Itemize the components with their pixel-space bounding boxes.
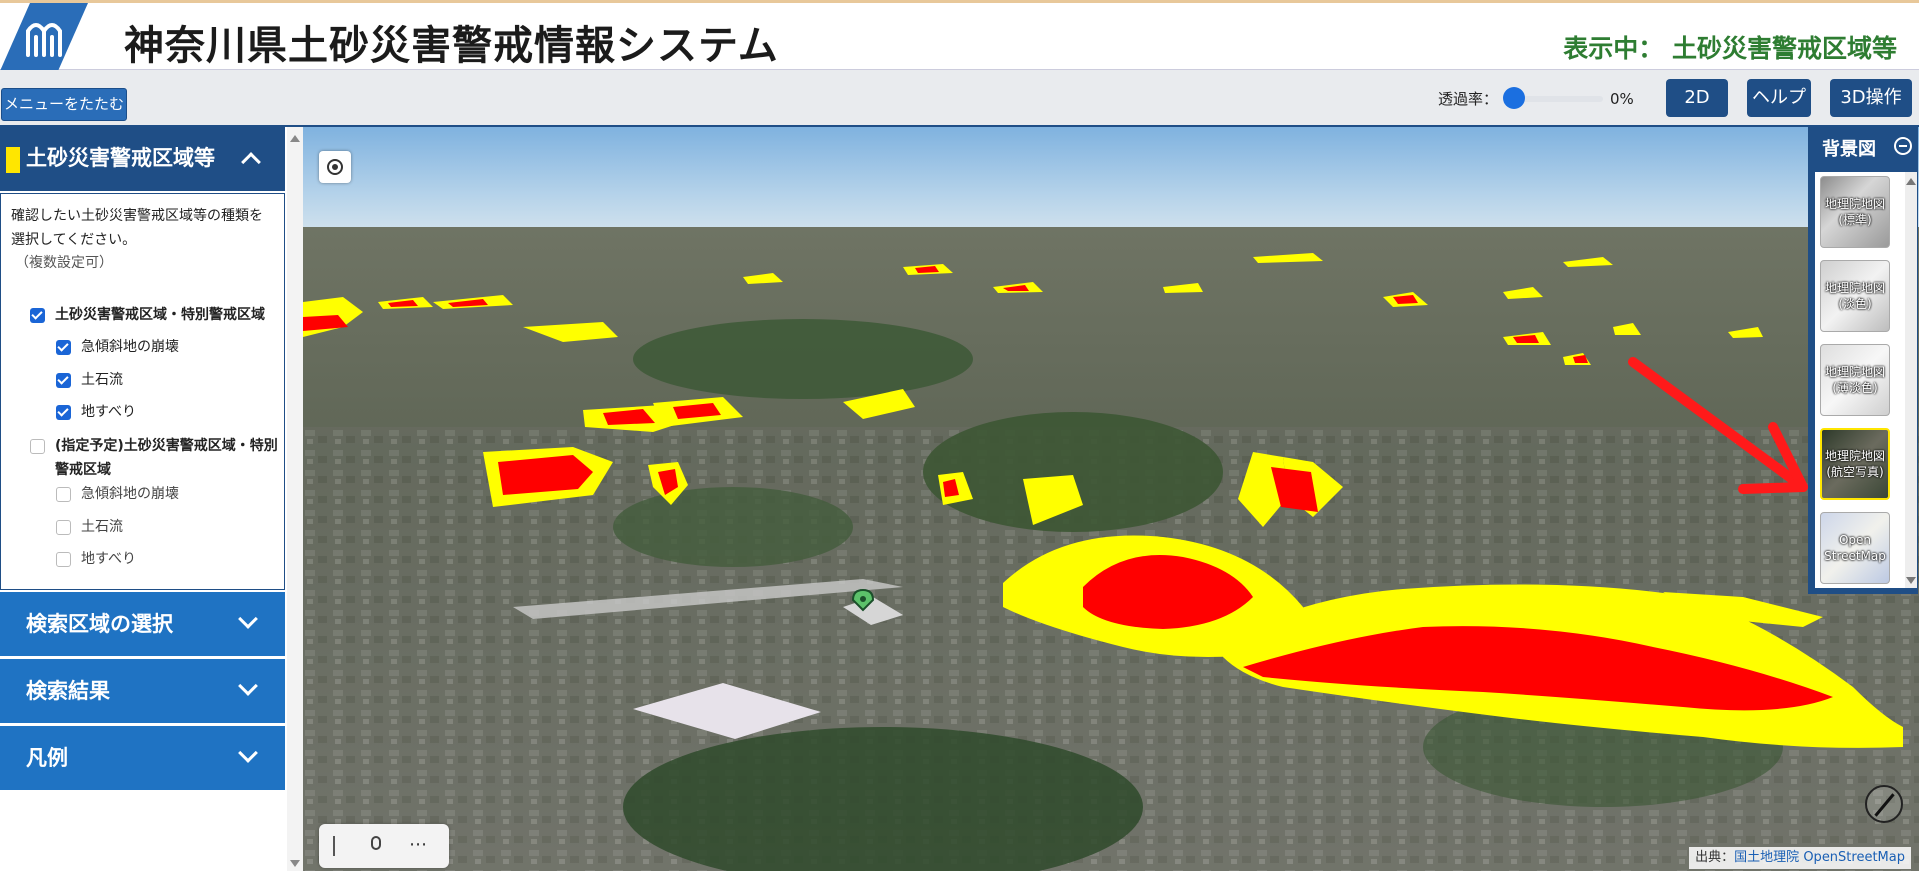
osm-link[interactable]: OpenStreetMap bbox=[1803, 850, 1905, 865]
checkbox-planned-zones[interactable]: (指定予定)土砂災害警戒区域・特別警戒区域 bbox=[30, 434, 280, 482]
microphone-icon[interactable] bbox=[371, 836, 381, 850]
basemap-option-very-pale[interactable]: 地理院地図(薄淡色) bbox=[1820, 344, 1890, 416]
checkbox-planned-debris-flow[interactable]: 土石流 bbox=[56, 515, 123, 539]
checkbox-label: 地すべり bbox=[81, 551, 137, 567]
attribution-prefix: 出典： bbox=[1695, 850, 1735, 865]
map-3d-view[interactable]: ⋯ 出典：国土地理院 OpenStreetMap 背景図 地理院地図(標準) 地… bbox=[303, 127, 1919, 871]
chevron-up-icon[interactable] bbox=[241, 152, 261, 172]
locate-icon[interactable] bbox=[319, 151, 351, 183]
checkbox-steep-slope[interactable]: 急傾斜地の崩壊 bbox=[56, 335, 179, 359]
checkbox-label: 土砂災害警戒区域・特別警戒区域 bbox=[55, 307, 265, 323]
accordion-label: 凡例 bbox=[26, 746, 68, 770]
scroll-up-icon[interactable] bbox=[290, 135, 300, 142]
chevron-down-icon bbox=[238, 743, 258, 763]
checkbox-landslide[interactable]: 地すべり bbox=[56, 400, 136, 424]
basemap-label: 地理院地図(航空写真) bbox=[1824, 449, 1885, 479]
help-button[interactable]: ヘルプ bbox=[1747, 79, 1811, 117]
checkbox-label: 土石流 bbox=[81, 519, 123, 535]
basemap-label: Open StreetMap bbox=[1824, 533, 1886, 563]
chevron-down-icon bbox=[238, 609, 258, 629]
opacity-label: 透過率： bbox=[1438, 90, 1499, 108]
3d-controls-button[interactable]: 3D操作 bbox=[1830, 79, 1912, 117]
sidebar-scrollbar[interactable] bbox=[287, 127, 303, 871]
checkbox-icon[interactable] bbox=[56, 405, 71, 420]
checkbox-icon[interactable] bbox=[56, 552, 71, 567]
map-attribution: 出典：国土地理院 OpenStreetMap bbox=[1689, 847, 1911, 869]
checkbox-icon[interactable] bbox=[56, 340, 71, 355]
text-cursor-icon bbox=[333, 836, 335, 856]
panel-note: （複数設定可） bbox=[15, 255, 113, 271]
app-title: 神奈川県土砂災害警戒情報システム bbox=[124, 23, 779, 69]
panel-description: 確認したい土砂災害警戒区域等の種類を選択してください。 bbox=[11, 208, 263, 248]
basemap-option-aerial-photo[interactable]: 地理院地図(航空写真) bbox=[1820, 428, 1890, 500]
checkbox-designated-zones[interactable]: 土砂災害警戒区域・特別警戒区域 bbox=[30, 303, 270, 327]
gsi-link[interactable]: 国土地理院 bbox=[1734, 850, 1799, 865]
basemap-list: 地理院地図(標準) 地理院地図(淡色) 地理院地図(薄淡色) 地理院地図(航空写… bbox=[1815, 172, 1905, 588]
checkbox-label: 土石流 bbox=[81, 372, 123, 388]
current-layer-indicator: 表示中： 土砂災害警戒区域等 bbox=[1563, 34, 1897, 63]
more-icon[interactable]: ⋯ bbox=[409, 834, 427, 855]
toolbar: メニューをたたむ 透過率： 0% 2D ヘルプ 3D操作 bbox=[0, 70, 1919, 127]
basemap-title: 背景図 bbox=[1822, 139, 1876, 160]
panel-body: 確認したい土砂災害警戒区域等の種類を選択してください。 （複数設定可） bbox=[0, 193, 285, 590]
accordion-search-results[interactable]: 検索結果 bbox=[0, 659, 285, 723]
checkbox-label: 急傾斜地の崩壊 bbox=[81, 486, 179, 502]
basemap-option-pale[interactable]: 地理院地図(淡色) bbox=[1820, 260, 1890, 332]
panel-header-hazard-zones[interactable]: 土砂災害警戒区域等 bbox=[0, 127, 285, 191]
sidebar: 土砂災害警戒区域等 確認したい土砂災害警戒区域等の種類を選択してください。 （複… bbox=[0, 127, 287, 871]
checkbox-label: 急傾斜地の崩壊 bbox=[81, 339, 179, 355]
basemap-option-standard[interactable]: 地理院地図(標準) bbox=[1820, 176, 1890, 248]
checkbox-icon[interactable] bbox=[56, 373, 71, 388]
minus-circle-icon[interactable] bbox=[1894, 137, 1912, 155]
basemap-label: 地理院地図(淡色) bbox=[1824, 281, 1885, 311]
checkbox-label: 地すべり bbox=[81, 404, 137, 420]
scroll-down-icon[interactable] bbox=[1906, 577, 1916, 584]
basemap-label: 地理院地図(薄淡色) bbox=[1824, 365, 1885, 395]
chevron-down-icon bbox=[238, 676, 258, 696]
layer-color-swatch bbox=[6, 147, 20, 173]
checkbox-planned-landslide[interactable]: 地すべり bbox=[56, 547, 136, 571]
kanagawa-logo-icon bbox=[0, 3, 88, 71]
basemap-panel: 背景図 地理院地図(標準) 地理院地図(淡色) 地理院地図(薄淡色) 地理院地図… bbox=[1808, 127, 1918, 594]
opacity-slider-thumb[interactable] bbox=[1503, 87, 1525, 109]
checkbox-icon[interactable] bbox=[56, 487, 71, 502]
basemap-scrollbar[interactable] bbox=[1905, 172, 1917, 588]
checkbox-icon[interactable] bbox=[30, 308, 45, 323]
checkbox-label: (指定予定)土砂災害警戒区域・特別警戒区域 bbox=[55, 438, 278, 478]
voice-input-bar[interactable]: ⋯ bbox=[319, 824, 449, 868]
panel-title: 土砂災害警戒区域等 bbox=[26, 146, 215, 170]
scroll-up-icon[interactable] bbox=[1906, 178, 1916, 185]
checkbox-icon[interactable] bbox=[56, 520, 71, 535]
checkbox-debris-flow[interactable]: 土石流 bbox=[56, 368, 123, 392]
compass-icon[interactable] bbox=[1865, 785, 1903, 823]
accordion-label: 検索結果 bbox=[26, 679, 110, 703]
aerial-3d-scene[interactable] bbox=[303, 127, 1919, 871]
accordion-search-area[interactable]: 検索区域の選択 bbox=[0, 592, 285, 656]
accordion-legend[interactable]: 凡例 bbox=[0, 726, 285, 790]
opacity-slider-track[interactable] bbox=[1513, 96, 1603, 102]
app-header: 神奈川県土砂災害警戒情報システム 表示中： 土砂災害警戒区域等 bbox=[0, 0, 1919, 71]
basemap-label: 地理院地図(標準) bbox=[1824, 197, 1885, 227]
basemap-option-openstreetmap[interactable]: Open StreetMap bbox=[1820, 512, 1890, 584]
opacity-value: 0% bbox=[1610, 90, 1634, 108]
checkbox-icon[interactable] bbox=[30, 439, 45, 454]
checkbox-planned-steep-slope[interactable]: 急傾斜地の崩壊 bbox=[56, 482, 179, 506]
2d-view-button[interactable]: 2D bbox=[1666, 79, 1728, 117]
accordion-label: 検索区域の選択 bbox=[26, 612, 173, 636]
scroll-down-icon[interactable] bbox=[290, 860, 300, 867]
collapse-menu-button[interactable]: メニューをたたむ bbox=[1, 88, 127, 121]
